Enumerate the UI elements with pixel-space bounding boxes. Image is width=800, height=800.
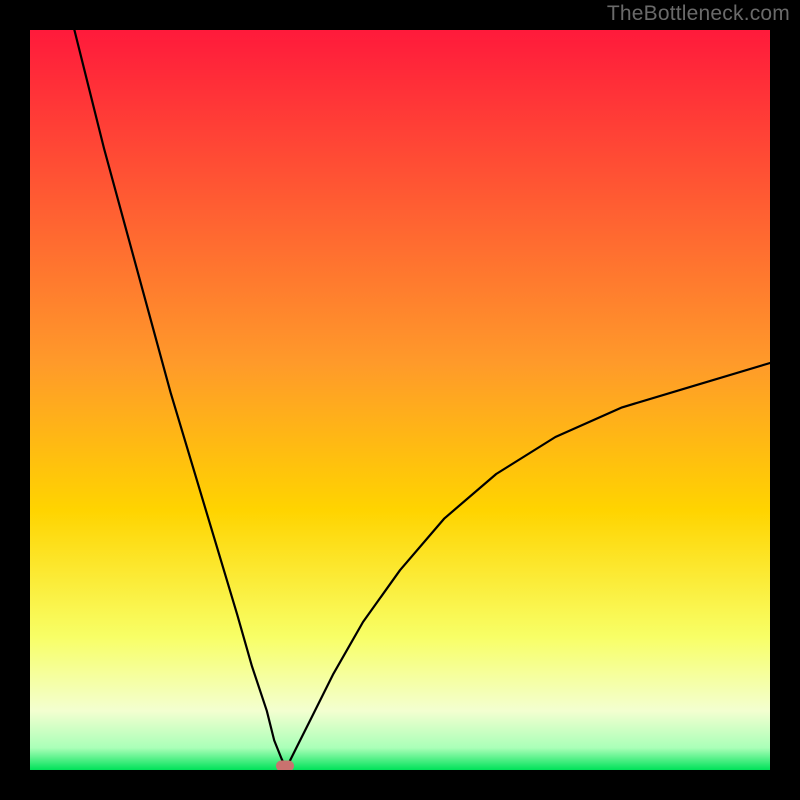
chart-frame: TheBottleneck.com bbox=[0, 0, 800, 800]
watermark-text: TheBottleneck.com bbox=[607, 2, 790, 26]
plot-area bbox=[30, 30, 770, 770]
bottleneck-curve bbox=[30, 30, 770, 770]
min-marker bbox=[276, 761, 294, 770]
